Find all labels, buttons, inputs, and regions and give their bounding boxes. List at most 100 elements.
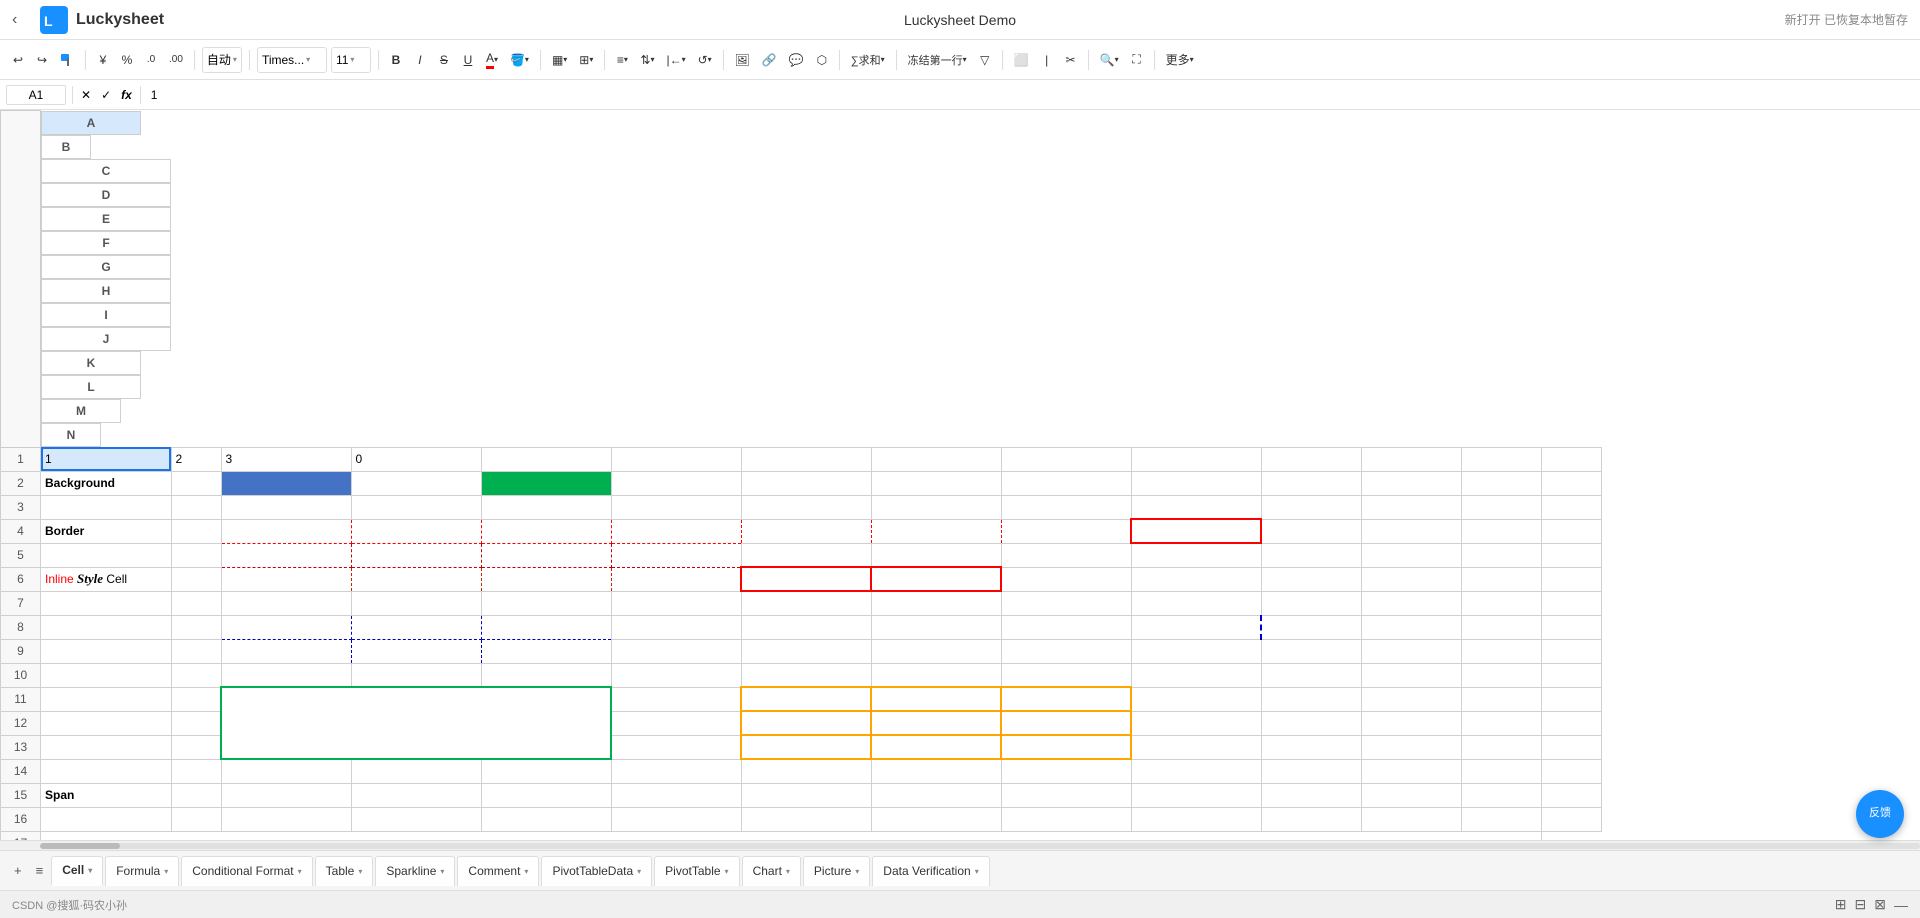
cell-C3[interactable] bbox=[221, 495, 351, 519]
cell-G10[interactable] bbox=[741, 663, 871, 687]
wrap-text-button[interactable]: |← ▾ bbox=[662, 47, 689, 73]
italic-button[interactable]: I bbox=[410, 47, 430, 73]
cell-G2[interactable] bbox=[741, 471, 871, 495]
cell-I4[interactable] bbox=[1001, 519, 1131, 543]
cell-J16[interactable] bbox=[1131, 807, 1261, 831]
cell-K6[interactable] bbox=[1261, 567, 1361, 591]
col-header-D[interactable]: D bbox=[41, 183, 171, 207]
cell-G11[interactable] bbox=[741, 687, 871, 711]
cell-B11[interactable] bbox=[171, 687, 221, 711]
cell-C8[interactable] bbox=[221, 615, 351, 639]
cell-K16[interactable] bbox=[1261, 807, 1361, 831]
grid-view-icon[interactable]: ⊞ bbox=[1835, 896, 1847, 913]
cell-A17[interactable] bbox=[41, 831, 1542, 840]
align-h-button[interactable]: ≡ ▾ bbox=[612, 47, 632, 73]
cell-H14[interactable] bbox=[871, 759, 1001, 783]
cell-D3[interactable] bbox=[351, 495, 481, 519]
cell-H1[interactable] bbox=[871, 447, 1001, 471]
cell-B12[interactable] bbox=[171, 711, 221, 735]
cell-C2[interactable] bbox=[221, 471, 351, 495]
cell-A12[interactable] bbox=[41, 711, 172, 735]
cell-A7[interactable] bbox=[41, 591, 172, 615]
col-header-I[interactable]: I bbox=[41, 303, 171, 327]
cell-K9[interactable] bbox=[1261, 639, 1361, 663]
cell-A8[interactable] bbox=[41, 615, 172, 639]
cell-B13[interactable] bbox=[171, 735, 221, 759]
row-num-3[interactable]: 3 bbox=[1, 495, 41, 519]
sheet-tab-picture[interactable]: Picture ▾ bbox=[803, 856, 870, 886]
cell-M7[interactable] bbox=[1461, 591, 1541, 615]
cell-F10[interactable] bbox=[611, 663, 741, 687]
row-num-16[interactable]: 16 bbox=[1, 807, 41, 831]
cell-M5[interactable] bbox=[1461, 543, 1541, 567]
cell-K13[interactable] bbox=[1261, 735, 1361, 759]
text-rotate-button[interactable]: ↺ ▾ bbox=[694, 47, 716, 73]
cell-J6[interactable] bbox=[1131, 567, 1261, 591]
font-family-dropdown[interactable]: Times... ▾ bbox=[257, 47, 327, 73]
cell-F3[interactable] bbox=[611, 495, 741, 519]
cell-I6[interactable] bbox=[1001, 567, 1131, 591]
row-num-2[interactable]: 2 bbox=[1, 471, 41, 495]
sheet-tab-formula[interactable]: Formula ▾ bbox=[105, 856, 179, 886]
cell-G14[interactable] bbox=[741, 759, 871, 783]
cell-L2[interactable] bbox=[1361, 471, 1461, 495]
cell-F15[interactable] bbox=[611, 783, 741, 807]
find-button[interactable]: 🔍 ▾ bbox=[1096, 47, 1123, 73]
dec-increase-button[interactable]: .0 bbox=[141, 47, 161, 73]
cell-H11[interactable] bbox=[871, 687, 1001, 711]
cell-I12[interactable] bbox=[1001, 711, 1131, 735]
cell-L8[interactable] bbox=[1361, 615, 1461, 639]
cell-L10[interactable] bbox=[1361, 663, 1461, 687]
cell-L5[interactable] bbox=[1361, 543, 1461, 567]
cell-M14[interactable] bbox=[1461, 759, 1541, 783]
col-header-E[interactable]: E bbox=[41, 207, 171, 231]
font-size-dropdown[interactable]: 11 ▾ bbox=[331, 47, 371, 73]
cell-G12[interactable] bbox=[741, 711, 871, 735]
cell-D10[interactable] bbox=[351, 663, 481, 687]
sheet-tab-data-verification[interactable]: Data Verification ▾ bbox=[872, 856, 989, 886]
cell-F5[interactable] bbox=[611, 543, 741, 567]
feedback-button[interactable]: 反馈 bbox=[1856, 790, 1904, 838]
cell-G4[interactable] bbox=[741, 519, 871, 543]
cell-C1[interactable]: 3 bbox=[221, 447, 351, 471]
filter-button[interactable]: ▽ bbox=[975, 47, 995, 73]
col-header-L[interactable]: L bbox=[41, 375, 141, 399]
cell-G6[interactable] bbox=[741, 567, 871, 591]
full-view-icon[interactable]: ⊠ bbox=[1874, 896, 1886, 913]
border-button[interactable]: ▦ ▾ bbox=[548, 47, 571, 73]
cell-E16[interactable] bbox=[481, 807, 611, 831]
cell-N4[interactable] bbox=[1541, 519, 1601, 543]
cell-J9[interactable] bbox=[1131, 639, 1261, 663]
cell-E9[interactable] bbox=[481, 639, 611, 663]
cell-H4[interactable] bbox=[871, 519, 1001, 543]
cell-I8[interactable] bbox=[1001, 615, 1131, 639]
cell-B5[interactable] bbox=[171, 543, 221, 567]
cell-N5[interactable] bbox=[1541, 543, 1601, 567]
cell-A3[interactable] bbox=[41, 495, 172, 519]
cut-button[interactable]: ✂ bbox=[1061, 47, 1081, 73]
fill-color-button[interactable]: 🪣 ▾ bbox=[506, 47, 533, 73]
cell-I3[interactable] bbox=[1001, 495, 1131, 519]
cell-B15[interactable] bbox=[171, 783, 221, 807]
cell-D8[interactable] bbox=[351, 615, 481, 639]
freeze-row-button[interactable]: 冻结第一行 ▾ bbox=[904, 47, 971, 73]
cell-N11[interactable] bbox=[1541, 687, 1601, 711]
col-header-H[interactable]: H bbox=[41, 279, 171, 303]
sheet-tab-chart[interactable]: Chart ▾ bbox=[742, 856, 801, 886]
font-color-button[interactable]: A ▾ bbox=[482, 47, 502, 73]
sheet-tab-pivot-table-data[interactable]: PivotTableData ▾ bbox=[541, 856, 652, 886]
col-header-B[interactable]: B bbox=[41, 135, 91, 159]
cell-C5[interactable] bbox=[221, 543, 351, 567]
cell-M4[interactable] bbox=[1461, 519, 1541, 543]
cell-A6[interactable]: Inline Style Cell bbox=[41, 567, 172, 591]
cell-N1[interactable] bbox=[1541, 447, 1601, 471]
cell-M13[interactable] bbox=[1461, 735, 1541, 759]
cell-D6[interactable] bbox=[351, 567, 481, 591]
cell-F13[interactable] bbox=[611, 735, 741, 759]
cell-L6[interactable] bbox=[1361, 567, 1461, 591]
row-num-5[interactable]: 5 bbox=[1, 543, 41, 567]
cell-G16[interactable] bbox=[741, 807, 871, 831]
cell-E5[interactable] bbox=[481, 543, 611, 567]
cell-J7[interactable] bbox=[1131, 591, 1261, 615]
cell-A15[interactable]: Span bbox=[41, 783, 172, 807]
